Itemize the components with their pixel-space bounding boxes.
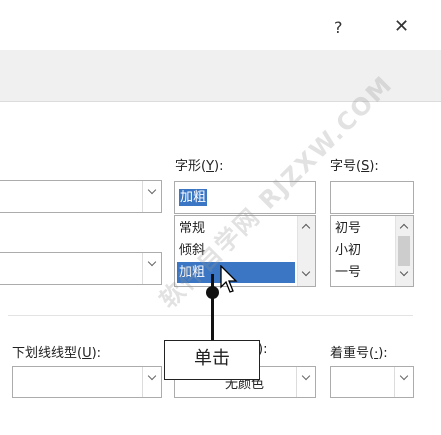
- font-size-scrollbar[interactable]: [395, 216, 413, 286]
- callout-connector: [211, 274, 214, 340]
- dialog-titlebar: [0, 0, 441, 50]
- chevron-down-icon[interactable]: [142, 253, 161, 284]
- scroll-up-icon[interactable]: [396, 218, 413, 236]
- list-item[interactable]: 小初: [333, 240, 393, 261]
- chevron-down-icon[interactable]: [296, 367, 315, 397]
- font-combo[interactable]: [0, 180, 162, 213]
- mouse-cursor-icon: [220, 265, 238, 293]
- help-button[interactable]: ?: [334, 18, 343, 38]
- font-combo-2[interactable]: [0, 252, 162, 285]
- list-item[interactable]: 初号: [333, 218, 393, 239]
- underline-type-select[interactable]: [12, 366, 162, 398]
- list-item[interactable]: 一号: [333, 262, 393, 283]
- callout-box: 单击: [164, 340, 260, 380]
- scroll-down-icon[interactable]: [396, 266, 413, 284]
- callout-dot: [206, 286, 219, 299]
- underline-type-label: 下划线线型(U):: [12, 346, 102, 361]
- emphasis-select[interactable]: [330, 366, 414, 398]
- font-size-list[interactable]: 初号 小初 一号: [330, 215, 414, 287]
- close-button[interactable]: ✕: [394, 17, 409, 37]
- chevron-down-icon[interactable]: [142, 367, 161, 397]
- scroll-up-icon[interactable]: [298, 218, 315, 236]
- font-style-input-value: 加粗: [179, 189, 208, 206]
- chevron-down-icon[interactable]: [142, 181, 161, 212]
- font-style-label: 字形(Y):: [175, 159, 224, 174]
- scroll-thumb[interactable]: [398, 236, 410, 266]
- font-size-label: 字号(S):: [330, 159, 379, 174]
- emphasis-label: 着重号(·):: [330, 346, 388, 361]
- scroll-down-icon[interactable]: [298, 266, 315, 284]
- font-style-scrollbar[interactable]: [297, 216, 315, 286]
- chevron-down-icon[interactable]: [394, 367, 413, 397]
- font-size-input[interactable]: [330, 181, 414, 214]
